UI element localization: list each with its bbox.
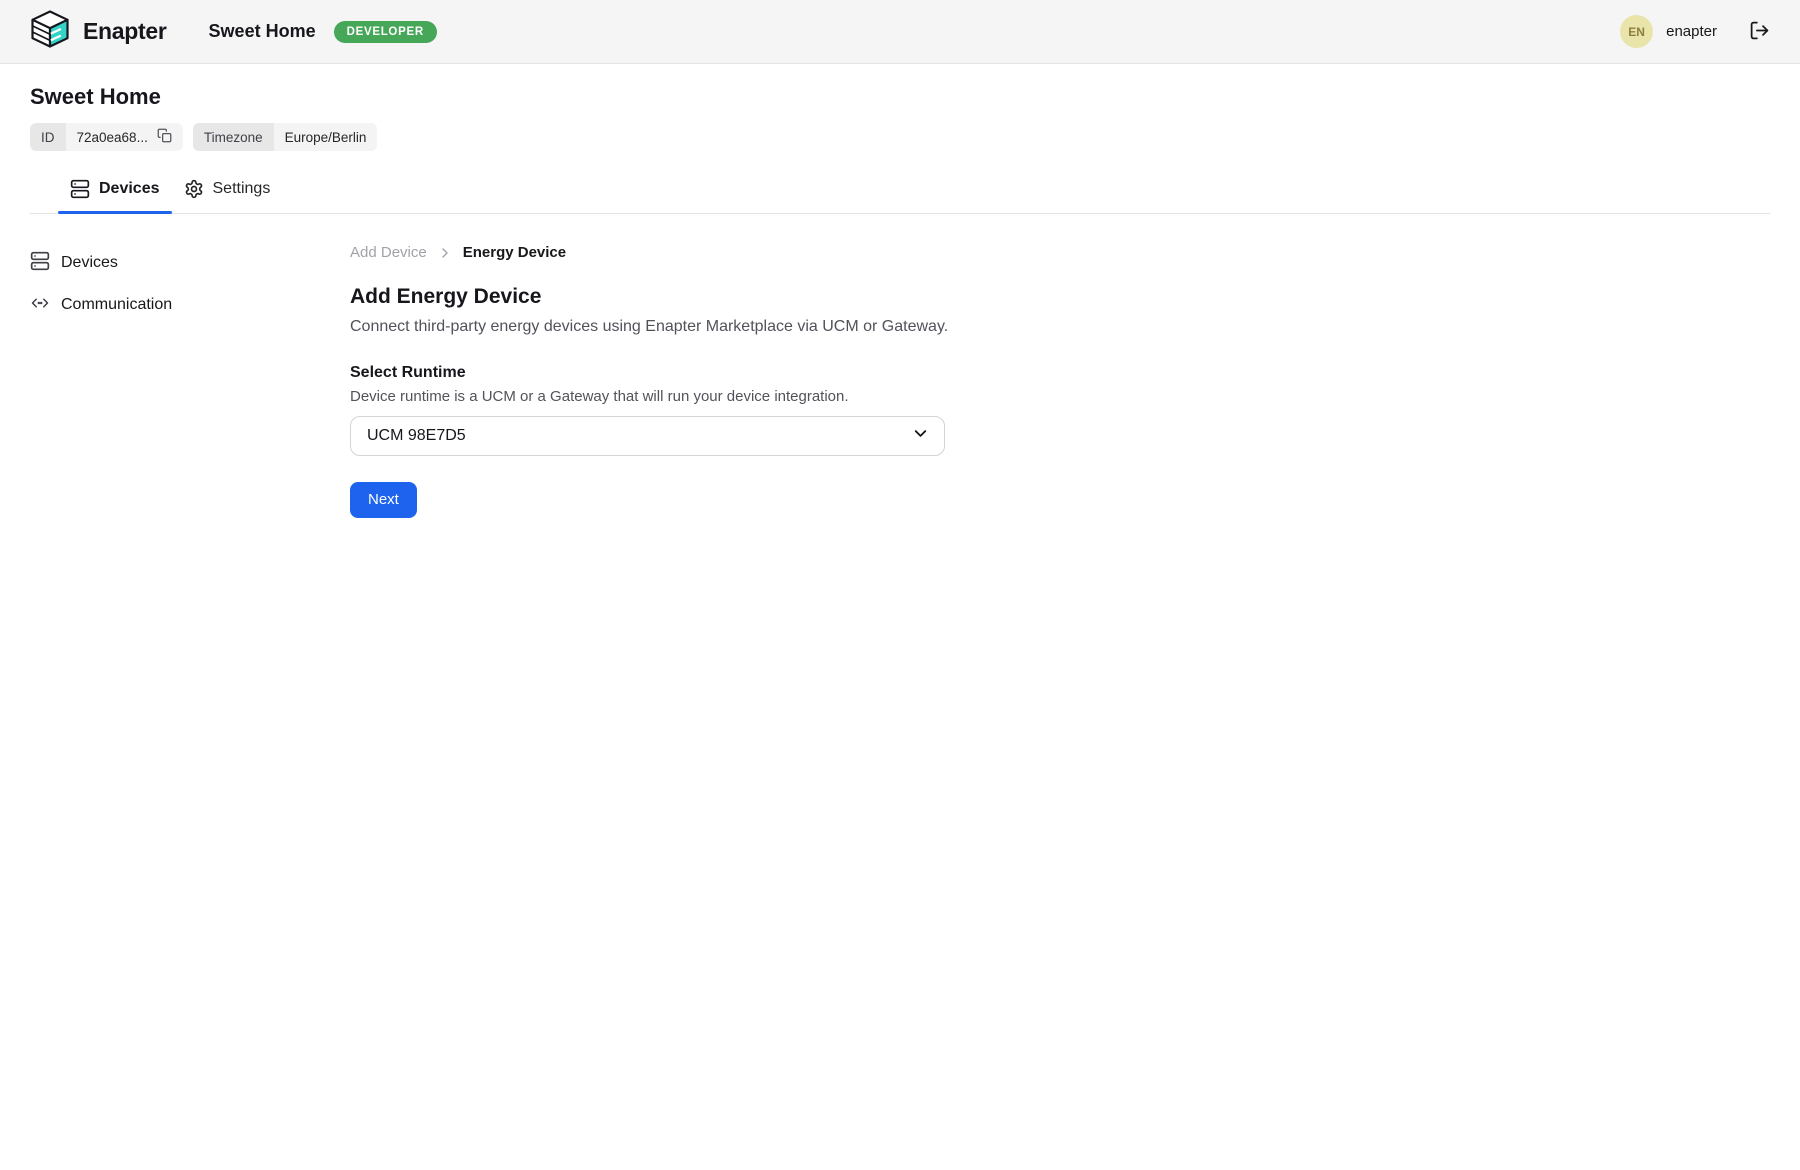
site-id-label: ID — [30, 123, 66, 151]
site-title: Sweet Home — [30, 84, 1770, 110]
copy-icon — [157, 128, 172, 146]
sidebar: Devices Communication — [0, 214, 350, 318]
brand[interactable]: Enapter — [30, 9, 167, 54]
tab-settings-label: Settings — [213, 180, 271, 198]
breadcrumb: Add Device Energy Device — [350, 244, 1800, 261]
runtime-field-help: Device runtime is a UCM or a Gateway tha… — [350, 388, 1800, 405]
enapter-logo-icon — [30, 9, 70, 54]
page-title: Add Energy Device — [350, 285, 1800, 309]
sidebar-item-communication[interactable]: Communication — [30, 292, 350, 318]
breadcrumb-add-device[interactable]: Add Device — [350, 244, 427, 261]
gear-icon — [184, 179, 204, 199]
username[interactable]: enapter — [1666, 23, 1717, 40]
site-meta-badges: ID 72a0ea68... Timezone Europe/Berlin — [30, 123, 1770, 151]
avatar[interactable]: EN — [1620, 15, 1653, 48]
sidebar-item-label: Communication — [61, 296, 172, 314]
site-id-value: 72a0ea68... — [77, 130, 148, 145]
timezone-label: Timezone — [193, 123, 274, 151]
site-timezone-badge: Timezone Europe/Berlin — [193, 123, 378, 151]
chevron-down-icon — [911, 424, 930, 448]
content: Devices Communication Add Device Ene — [0, 214, 1800, 518]
site-header: Sweet Home ID 72a0ea68... Timezone Europ… — [0, 64, 1800, 214]
tab-devices-label: Devices — [99, 180, 160, 198]
tab-devices[interactable]: Devices — [58, 169, 172, 213]
brand-name: Enapter — [83, 18, 167, 45]
server-icon — [30, 251, 50, 276]
copy-id-button[interactable] — [157, 128, 172, 146]
code-icon — [30, 293, 50, 318]
next-button[interactable]: Next — [350, 482, 417, 518]
breadcrumb-current: Energy Device — [463, 244, 566, 261]
developer-badge: DEVELOPER — [334, 21, 437, 43]
appbar-right: EN enapter — [1620, 15, 1770, 48]
runtime-selected-value: UCM 98E7D5 — [367, 427, 466, 445]
chevron-right-icon — [437, 245, 453, 261]
site-tabs: Devices Settings — [30, 169, 1770, 214]
runtime-field-label: Select Runtime — [350, 364, 1800, 382]
log-out-icon — [1749, 20, 1770, 44]
sidebar-item-devices[interactable]: Devices — [30, 250, 350, 276]
runtime-select[interactable]: UCM 98E7D5 — [350, 416, 945, 456]
app-bar: Enapter Sweet Home DEVELOPER EN enapter — [0, 0, 1800, 64]
page-subtitle: Connect third-party energy devices using… — [350, 318, 1800, 336]
site-id-badge: ID 72a0ea68... — [30, 123, 183, 151]
appbar-site-name: Sweet Home — [209, 21, 316, 42]
tab-settings[interactable]: Settings — [172, 169, 283, 213]
sidebar-item-label: Devices — [61, 254, 118, 272]
server-icon — [70, 179, 90, 199]
timezone-value: Europe/Berlin — [274, 123, 378, 151]
main-panel: Add Device Energy Device Add Energy Devi… — [350, 214, 1800, 518]
logout-button[interactable] — [1749, 20, 1770, 44]
